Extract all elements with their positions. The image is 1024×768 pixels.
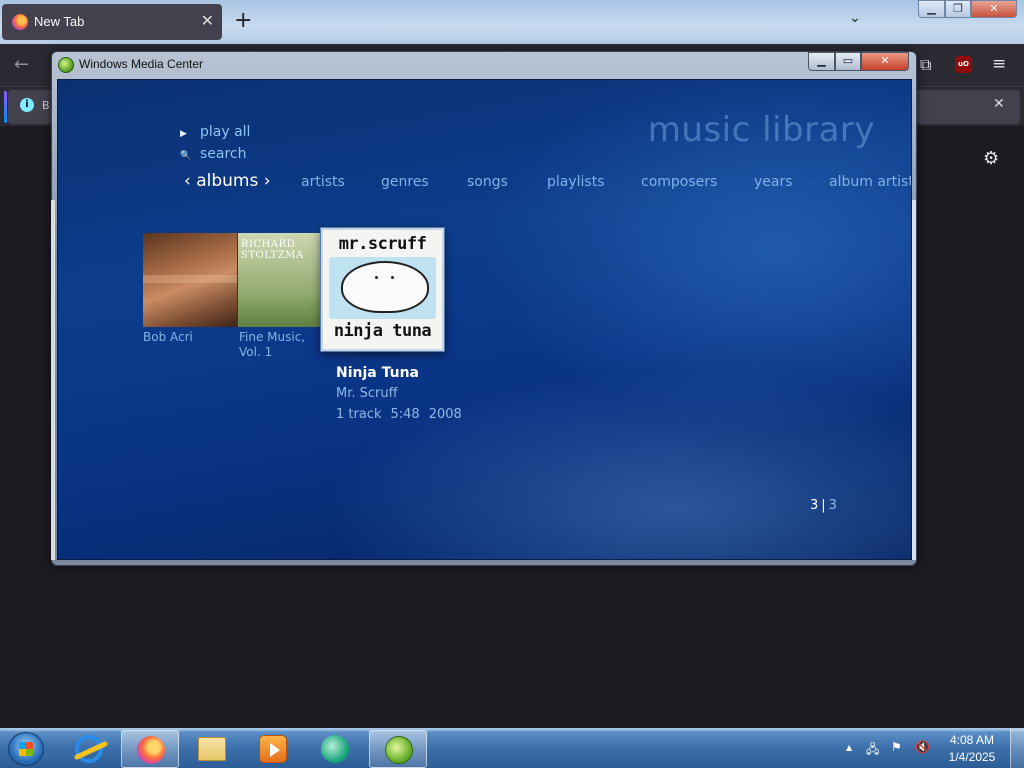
browser-window-controls: ▁ ❐ ✕ — [918, 0, 1018, 18]
ublock-origin-icon[interactable]: uO — [955, 56, 972, 73]
media-center-icon — [58, 57, 74, 73]
pivot-album-artists[interactable]: album artists — [829, 174, 911, 190]
album-cover-ninja-tuna[interactable]: mr.scruff ninja tuna — [321, 228, 444, 351]
internet-explorer-icon — [75, 735, 103, 763]
clock-date: 1/4/2025 — [948, 750, 996, 764]
messenger-icon — [321, 735, 349, 763]
show-desktop-button[interactable] — [1010, 729, 1024, 768]
play-all-command[interactable]: ▶ play all — [180, 124, 250, 140]
tab-close-icon[interactable]: ✕ — [201, 11, 214, 31]
network-icon[interactable]: 🖧 — [866, 740, 879, 761]
tab-title: New Tab — [34, 14, 85, 29]
cover-artwork — [143, 275, 237, 283]
notification-accent — [4, 91, 7, 123]
album-label-bob-acri: Bob Acri — [143, 330, 193, 344]
system-clock[interactable]: 4:08 AM 1/4/2025 — [942, 732, 1002, 766]
clock-time: 4:08 AM — [949, 733, 995, 747]
browser-tab[interactable]: New Tab ✕ — [2, 4, 222, 40]
pivot-playlists[interactable]: playlists — [547, 174, 605, 190]
media-center-window-controls: ▁ ▭ ✕ — [808, 52, 910, 71]
start-orb-button[interactable] — [8, 732, 44, 766]
album-cover-fine-music[interactable]: RICHARD STOLTZMA — [238, 233, 323, 327]
taskbar-windows-explorer[interactable] — [183, 730, 241, 768]
track-count: 1 track — [336, 407, 382, 422]
info-icon: i — [20, 98, 34, 112]
search-command[interactable]: 🔍 search — [180, 146, 247, 162]
play-icon: ▶ — [180, 129, 187, 139]
firefox-icon — [12, 14, 28, 30]
pivot-years[interactable]: years — [754, 174, 793, 190]
album-label-fine-music: Fine Music, Vol. 1 — [239, 330, 306, 359]
show-hidden-icons-icon[interactable]: ▲ — [846, 743, 852, 752]
page-counter: 3 | 3 — [810, 498, 837, 513]
taskbar-media-center[interactable] — [369, 730, 427, 768]
hamburger-menu-icon[interactable]: ≡ — [992, 54, 1006, 74]
pivot-composers[interactable]: composers — [641, 174, 717, 190]
page-total: 3 — [828, 498, 837, 513]
list-all-tabs-icon[interactable]: ⌄ — [849, 10, 861, 26]
back-arrow-icon[interactable]: ← — [14, 54, 29, 75]
media-center-window-title: Windows Media Center — [79, 57, 204, 71]
selected-album-meta: 1 track 5:48 2008 — [336, 407, 471, 422]
action-center-flag-icon[interactable]: ⚑ — [891, 740, 902, 754]
album-duration: 5:48 — [390, 407, 420, 422]
browser-tab-bar: New Tab ✕ + ⌄ ▁ ❐ ✕ — [0, 0, 1024, 44]
taskbar-firefox[interactable] — [121, 730, 179, 768]
wmc-close-button[interactable]: ✕ — [861, 52, 909, 71]
taskbar-internet-explorer[interactable] — [60, 730, 118, 768]
cover-character-eye — [375, 276, 378, 279]
browser-restore-button[interactable]: ❐ — [945, 0, 971, 18]
folder-icon — [198, 737, 226, 761]
browser-close-button[interactable]: ✕ — [971, 0, 1017, 18]
section-title: music library — [647, 110, 875, 150]
cover-text-bottom: ninja tuna — [333, 321, 432, 341]
volume-muted-icon[interactable]: 🔇 — [915, 740, 930, 754]
selected-album-title: Ninja Tuna — [336, 365, 419, 381]
pivot-artists[interactable]: artists — [301, 174, 345, 190]
page-separator: | — [821, 498, 826, 513]
extensions-icon[interactable]: ⧉ — [920, 55, 931, 75]
firefox-icon — [137, 736, 165, 764]
left-window-edge — [51, 200, 55, 560]
pivot-genres[interactable]: genres — [381, 174, 429, 190]
search-icon: 🔍 — [180, 151, 192, 161]
right-window-edge — [912, 200, 916, 560]
cover-character — [341, 261, 429, 313]
page-current: 3 — [810, 498, 819, 513]
play-all-label: play all — [200, 124, 251, 140]
pivot-songs[interactable]: songs — [467, 174, 508, 190]
notification-close-icon[interactable]: ✕ — [993, 96, 1005, 112]
browser-minimize-button[interactable]: ▁ — [918, 0, 945, 18]
wmc-maximize-button[interactable]: ▭ — [835, 52, 861, 71]
pivot-albums[interactable]: ‹ albums › — [184, 171, 271, 191]
album-cover-bob-acri[interactable] — [143, 233, 237, 327]
media-player-icon — [259, 735, 287, 763]
taskbar-live-messenger[interactable] — [306, 730, 364, 768]
cover-character-eye — [391, 276, 394, 279]
wmc-minimize-button[interactable]: ▁ — [808, 52, 835, 71]
settings-gear-icon[interactable]: ⚙ — [983, 148, 999, 169]
selected-album-artist: Mr. Scruff — [336, 386, 398, 401]
new-tab-button[interactable]: + — [234, 9, 252, 33]
notification-text: B — [42, 99, 50, 112]
cover-artwork-text: RICHARD STOLTZMA — [241, 239, 304, 261]
album-year: 2008 — [428, 407, 462, 422]
music-library-view: music library ▶ play all 🔍 search ‹ albums… — [57, 79, 912, 560]
cover-text-top: mr.scruff — [338, 234, 427, 254]
cover-artwork — [238, 297, 323, 327]
media-center-icon — [385, 736, 413, 764]
taskbar-media-player[interactable] — [244, 730, 302, 768]
search-label: search — [200, 146, 247, 162]
